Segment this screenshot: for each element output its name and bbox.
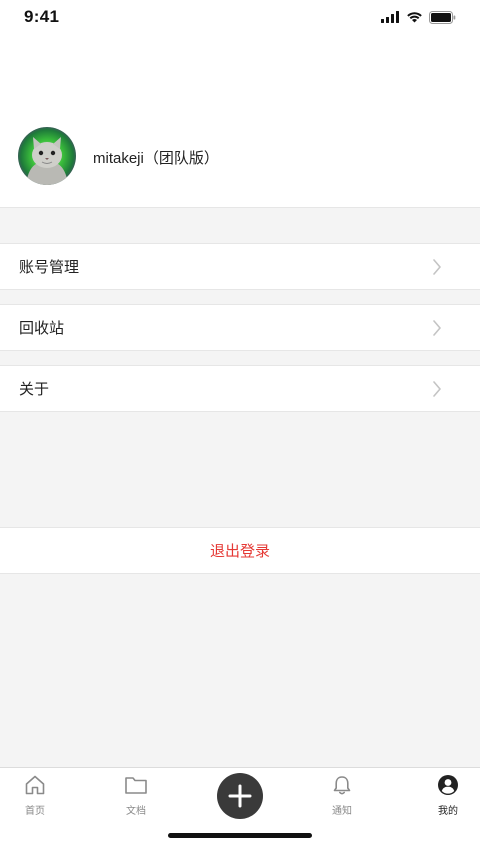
add-button[interactable] xyxy=(217,773,263,819)
avatar[interactable] xyxy=(18,127,76,185)
tab-me[interactable]: 我的 xyxy=(413,774,480,817)
menu-item-label: 回收站 xyxy=(19,320,65,337)
cellular-signal-icon xyxy=(381,11,399,23)
home-indicator xyxy=(168,833,312,838)
tab-label: 文档 xyxy=(126,806,146,817)
app-screen: 9:41 mitakeji（团队版） 账号管理 回收站 关于 退出登录 首页 文… xyxy=(0,0,480,853)
menu-item-recycle-bin[interactable]: 回收站 xyxy=(0,304,480,351)
tab-label: 首页 xyxy=(25,806,45,817)
tab-documents[interactable]: 文档 xyxy=(101,774,171,817)
tab-home[interactable]: 首页 xyxy=(0,774,70,817)
menu-item-label: 账号管理 xyxy=(19,259,80,276)
folder-icon xyxy=(125,777,147,794)
bell-icon xyxy=(333,776,351,795)
username: mitakeji（团队版） xyxy=(93,150,219,167)
tab-bar: 首页 文档 通知 我的 xyxy=(0,767,480,853)
menu-item-account-management[interactable]: 账号管理 xyxy=(0,243,480,290)
chevron-right-icon xyxy=(433,380,441,397)
home-icon xyxy=(25,775,45,795)
menu-item-label: 关于 xyxy=(19,381,50,398)
profile-icon xyxy=(438,775,458,795)
status-icons xyxy=(381,10,456,24)
logout-label: 退出登录 xyxy=(209,543,270,560)
tab-notifications[interactable]: 通知 xyxy=(307,774,377,817)
plus-icon xyxy=(228,784,252,808)
menu-item-about[interactable]: 关于 xyxy=(0,365,480,412)
cat-avatar-icon xyxy=(18,127,76,185)
battery-icon xyxy=(429,10,456,24)
chevron-right-icon xyxy=(433,319,441,336)
chevron-right-icon xyxy=(433,258,441,275)
status-bar: 9:41 xyxy=(0,0,480,34)
logout-button[interactable]: 退出登录 xyxy=(0,527,480,574)
profile-header: mitakeji（团队版） xyxy=(0,34,480,208)
wifi-icon xyxy=(407,12,422,23)
tab-label: 通知 xyxy=(332,806,352,817)
status-time: 9:41 xyxy=(24,7,60,26)
tab-label: 我的 xyxy=(438,806,458,817)
